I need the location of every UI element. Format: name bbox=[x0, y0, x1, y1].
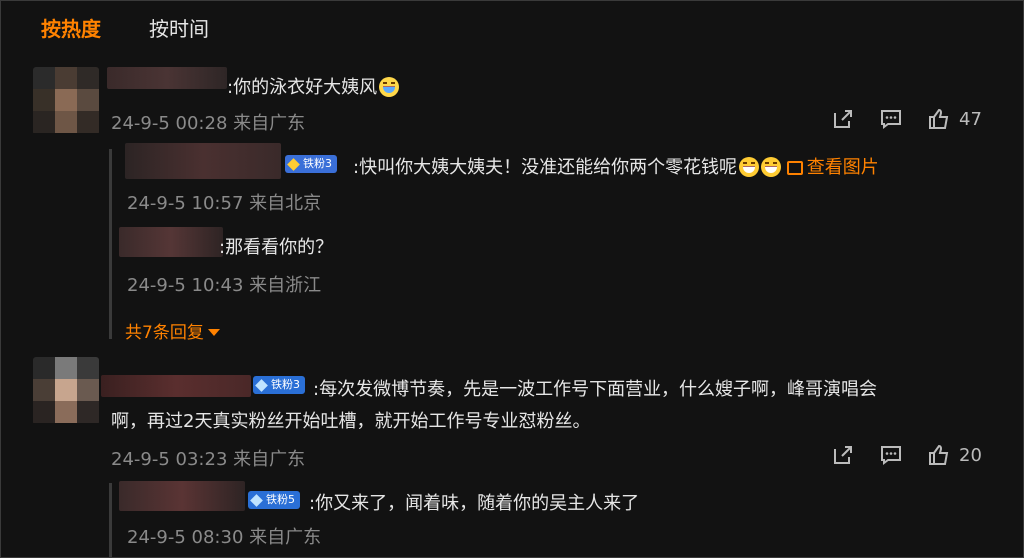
comment-text: :你的泳衣好大姨风 bbox=[227, 73, 400, 99]
username-blurred[interactable] bbox=[125, 143, 281, 179]
comment-actions: 47 bbox=[831, 107, 982, 131]
comment-icon[interactable] bbox=[879, 107, 903, 131]
image-icon bbox=[786, 161, 803, 175]
tab-sort-by-time[interactable]: 按时间 bbox=[149, 13, 209, 42]
avatar[interactable] bbox=[33, 357, 99, 425]
comment-actions: 20 bbox=[831, 443, 982, 467]
username-blurred[interactable] bbox=[107, 67, 227, 89]
username-blurred[interactable] bbox=[119, 227, 223, 257]
comment-icon[interactable] bbox=[879, 443, 903, 467]
comment-panel: 按热度 按时间 :你的泳衣好大姨风 24-9-5 00:28 来自广东 47 铁… bbox=[0, 0, 1024, 558]
reply-text: :你又来了，闻着味，随着你的吴主人来了 bbox=[309, 493, 640, 514]
reply-thread-line bbox=[109, 483, 112, 557]
like-count: 47 bbox=[959, 108, 982, 130]
fan-badge: 铁粉3 bbox=[285, 155, 337, 173]
comment-text: :每次发微博节奏，先是一波工作号下面营业，什么嫂子啊，峰哥演唱会 bbox=[313, 379, 878, 400]
reply-meta: 24-9-5 10:43 来自浙江 bbox=[127, 275, 322, 296]
reply-meta: 24-9-5 08:30 来自广东 bbox=[127, 527, 322, 548]
fan-badge: 铁粉5 bbox=[248, 491, 300, 509]
sort-tabs: 按热度 按时间 bbox=[41, 13, 209, 42]
like-icon[interactable] bbox=[927, 443, 951, 467]
tab-sort-by-hot[interactable]: 按热度 bbox=[41, 13, 101, 42]
comment-meta: 24-9-5 03:23 来自广东 bbox=[111, 449, 306, 470]
share-icon[interactable] bbox=[831, 443, 855, 467]
reply-meta: 24-9-5 10:57 来自北京 bbox=[127, 193, 322, 214]
like-icon[interactable] bbox=[927, 107, 951, 131]
comment-meta: 24-9-5 00:28 来自广东 bbox=[111, 113, 306, 134]
more-replies-link[interactable]: 共7条回复 bbox=[125, 318, 220, 343]
like-count: 20 bbox=[959, 444, 982, 466]
reply-text: :快叫你大姨大姨夫！没准还能给你两个零花钱呢 查看图片 bbox=[353, 157, 879, 178]
username-blurred[interactable] bbox=[119, 481, 245, 511]
share-icon[interactable] bbox=[831, 107, 855, 131]
username-blurred[interactable] bbox=[101, 375, 251, 397]
avatar[interactable] bbox=[33, 67, 99, 135]
view-image-link[interactable]: 查看图片 bbox=[786, 157, 879, 178]
reply-text: :那看看你的？ bbox=[219, 237, 334, 258]
fan-badge: 铁粉3 bbox=[253, 376, 305, 394]
reply-thread-line bbox=[109, 149, 112, 339]
grin-emoji bbox=[739, 157, 760, 177]
chevron-down-icon bbox=[207, 329, 220, 336]
laugh-emoji bbox=[379, 77, 400, 97]
grin-emoji bbox=[761, 157, 782, 177]
comment-text: 啊，再过2天真实粉丝开始吐槽，就开始工作号专业怼粉丝。 bbox=[111, 411, 591, 432]
